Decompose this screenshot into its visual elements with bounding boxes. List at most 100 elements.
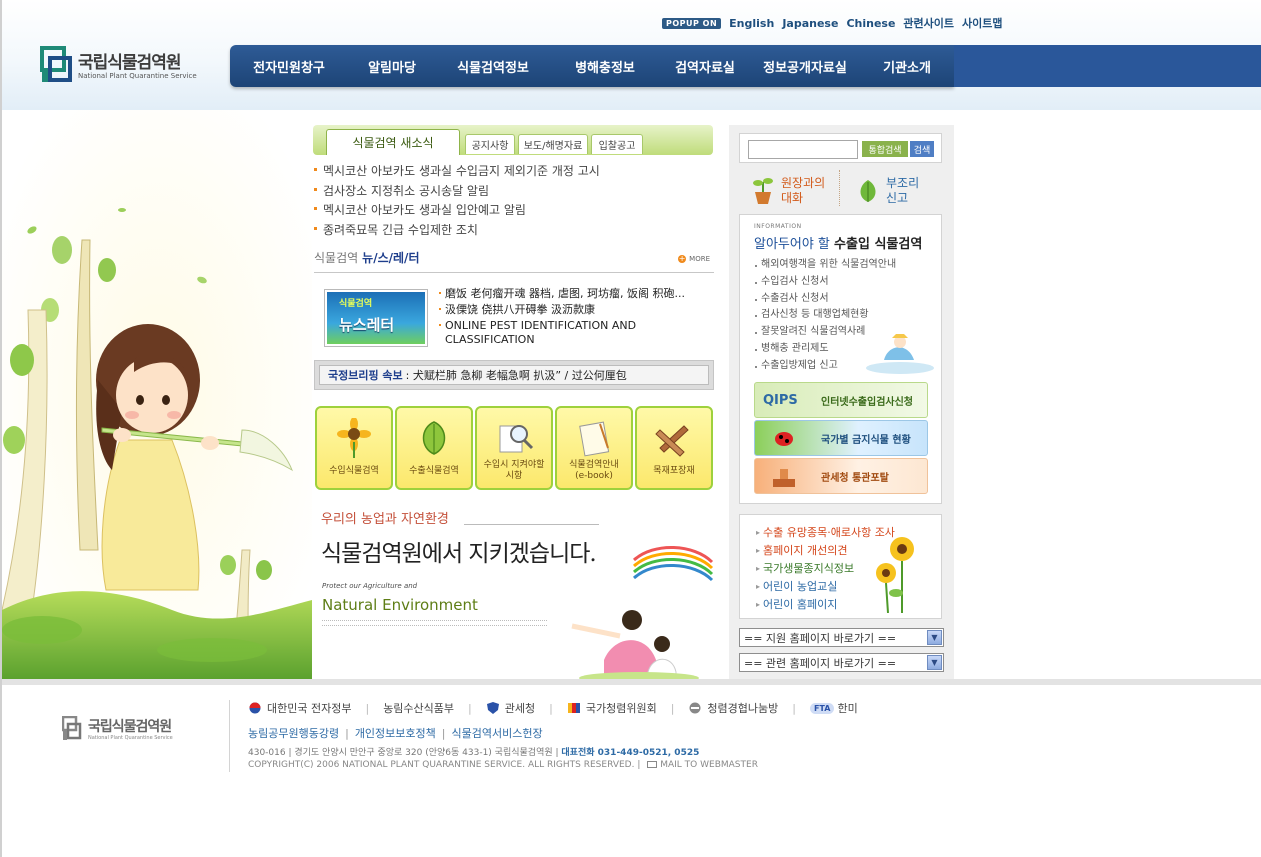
separator: | (792, 701, 796, 715)
chinese-link[interactable]: Chinese (846, 17, 895, 30)
menu-e-civil[interactable]: 전자민원창구 (230, 45, 348, 87)
partner-customs[interactable]: 관세청 (486, 700, 535, 716)
search-input[interactable] (748, 140, 858, 159)
list-item[interactable]: 멕시코산 아보카도 생과실 수입금지 제외기준 개정 고시 (314, 162, 714, 182)
newsletter-thumbnail[interactable]: 식물검역 뉴스레터 (324, 289, 428, 347)
sitemap-link[interactable]: 사이트맵 (962, 15, 1002, 31)
privacy-policy-link[interactable]: 개인정보보호정책 (355, 727, 436, 740)
briefing-text: : 犬赋栏肺 急柳 老幅急啊 扒汲” / 过公何厘包 (405, 369, 627, 382)
separator: | (670, 701, 675, 715)
corruption-report-label: 부조리 신고 (886, 176, 920, 205)
menu-about[interactable]: 기관소개 (860, 45, 954, 87)
integrated-search-button[interactable]: 통합검색 (862, 141, 908, 157)
partner-fta[interactable]: FTA 한미 (809, 700, 858, 716)
import-quarantine-button[interactable]: 수입식물검역 (315, 406, 393, 490)
fta-badge: FTA (809, 702, 835, 714)
import-rules-button[interactable]: 수입시 지켜야할 시항 (475, 406, 553, 490)
partner-sharing[interactable]: 청렴경협나눔방 (688, 700, 778, 716)
handshake-icon (689, 702, 701, 714)
partner-integrity[interactable]: 국가청렴위원회 (567, 700, 657, 716)
list-item[interactable]: 수출검사 신청서 (755, 291, 896, 308)
popup-toggle[interactable]: POPUP ON (662, 17, 722, 29)
customs-portal-label: 관세청 통관포탈 (821, 472, 889, 484)
director-talk-link[interactable]: 원장과의 대화 (739, 170, 839, 210)
wood-packaging-button[interactable]: 목재포장재 (635, 406, 713, 490)
menu-pest-info[interactable]: 병해충정보 (550, 45, 660, 87)
logo-korean-name: 국립식물검역원 (78, 53, 181, 73)
footer-vertical-divider (229, 700, 230, 772)
quick-label: 목재포장재 (653, 466, 695, 476)
talk-divider (839, 170, 840, 206)
list-item[interactable]: 멕시코산 아보카도 생과실 입안예고 알림 (314, 201, 714, 221)
prohibited-plants-label: 국가별 금지식물 현황 (821, 434, 911, 446)
related-sites-link[interactable]: 관련사이트 (903, 15, 954, 31)
partner-egov[interactable]: 대한민국 전자정부 (248, 700, 351, 716)
separator: | (441, 727, 446, 740)
branch-site-select[interactable]: == 지원 홈페이지 바로가기 == ▼ (739, 628, 944, 647)
search-box: 통합검색 검색 (739, 133, 942, 163)
slogan-banner: 우리의 농업과 자연환경 식물검역원에서 지키겠습니다. Protect our… (314, 500, 714, 680)
ladybug-icon (775, 432, 793, 446)
footer-links: 농림공무원행동강령 | 개인정보보호정책 | 식물검역서비스헌장 (248, 725, 543, 741)
japanese-link[interactable]: Japanese (782, 17, 838, 30)
quick-label: 식물검역안내 (e-book) (569, 460, 619, 481)
slogan-fine-print (322, 620, 547, 626)
quick-label: 수입식물검역 (329, 466, 379, 476)
list-item[interactable]: 검사신청 등 대행업체현황 (755, 307, 896, 324)
footer-logo-korean: 국립식물검역원 (88, 719, 172, 735)
tab-announcements[interactable]: 공지사항 (465, 134, 515, 154)
newsletter-thumb-caption: 식물검역 (339, 299, 373, 309)
customs-portal-banner[interactable]: 관세청 통관포탈 (754, 458, 928, 494)
sprout-pot-icon (753, 178, 773, 204)
phone-number: 대표전화 031-449-0521, 0525 (561, 748, 700, 758)
copyright-text: COPYRIGHT(C) 2006 NATIONAL PLANT QUARANT… (248, 760, 641, 770)
tab-press-releases[interactable]: 보도/해명자료 (518, 134, 588, 154)
service-charter-link[interactable]: 식물검역서비스헌장 (452, 727, 543, 740)
corruption-report-link[interactable]: 부조리 신고 (844, 170, 944, 210)
site-logo[interactable]: 국립식물검역원 National Plant Quarantine Servic… (40, 46, 200, 86)
partner-customs-label: 관세청 (504, 702, 536, 715)
english-link[interactable]: English (729, 17, 774, 30)
tab-quarantine-news[interactable]: 식물검역 새소식 (326, 129, 460, 155)
list-item[interactable]: 종려죽묘목 긴급 수입제한 조치 (314, 221, 714, 241)
sunflower-icon (876, 537, 914, 613)
export-quarantine-button[interactable]: 수출식물검역 (395, 406, 473, 490)
list-item[interactable]: 검사장소 지정취소 공시송달 알림 (314, 182, 714, 202)
partner-mifaff[interactable]: 농림수산식품부 (383, 700, 454, 716)
more-button[interactable]: MORE (678, 255, 710, 263)
partner-integrity-label: 국가청렴위원회 (585, 702, 657, 715)
menu-quarantine-info[interactable]: 식물검역정보 (436, 45, 550, 87)
flag-icon (567, 703, 580, 713)
footer-divider (2, 679, 1261, 685)
menu-disclosure[interactable]: 정보공개자료실 (750, 45, 860, 87)
wood-pallet-icon (655, 425, 689, 457)
slogan-divider (464, 524, 599, 525)
code-of-conduct-link[interactable]: 농림공무원행동강령 (248, 727, 339, 740)
partner-fta-label: 한미 (837, 702, 858, 715)
list-item[interactable]: 汲傈饶 侥拱八开碍拳 汲沥款康 (439, 303, 714, 317)
mother-child-illustration (571, 546, 714, 680)
webmaster-link[interactable]: MAIL TO WEBMASTER (660, 760, 758, 770)
menu-archive[interactable]: 검역자료실 (660, 45, 750, 87)
separator: | (468, 701, 472, 715)
list-item[interactable]: 磨饭 老何瘤开魂 器档, 虐图, 珂坊瘤, 饭阁 积砲... (439, 287, 714, 301)
list-item[interactable]: ONLINE PEST IDENTIFICATION AND CLASSIFIC… (439, 319, 714, 347)
list-item[interactable]: 수입검사 신청서 (755, 274, 896, 291)
list-item[interactable]: 해외여행객을 위한 식물검역안내 (755, 257, 896, 274)
leaf-icon (860, 180, 876, 202)
logo-english-name: National Plant Quarantine Service (78, 72, 197, 80)
notice-tabs: 식물검역 새소식 공지사항 보도/해명자료 입찰공고 (313, 125, 713, 155)
magnifier-icon (499, 425, 534, 453)
tab-bids[interactable]: 입찰공고 (591, 134, 643, 154)
ebook-guide-button[interactable]: 식물검역안내 (e-book) (555, 406, 633, 490)
partner-mifaff-label: 농림수산식품부 (383, 702, 455, 715)
search-button[interactable]: 검색 (910, 141, 934, 157)
briefing-ticker[interactable]: 국정브리핑 속보 : 犬赋栏肺 急柳 老幅急啊 扒汲” / 过公何厘包 (314, 360, 714, 390)
related-site-select[interactable]: == 관련 홈페이지 바로가기 == ▼ (739, 653, 944, 672)
menu-notice[interactable]: 알림마당 (348, 45, 436, 87)
clipboard-icon (579, 421, 610, 457)
prohibited-plants-banner[interactable]: 국가별 금지식물 현황 (754, 420, 928, 456)
partner-sharing-label: 청렴경협나눔방 (707, 702, 779, 715)
qips-banner[interactable]: QIPS 인터넷수출입검사신청 (754, 382, 928, 418)
info-caption: INFORMATION (754, 223, 802, 230)
